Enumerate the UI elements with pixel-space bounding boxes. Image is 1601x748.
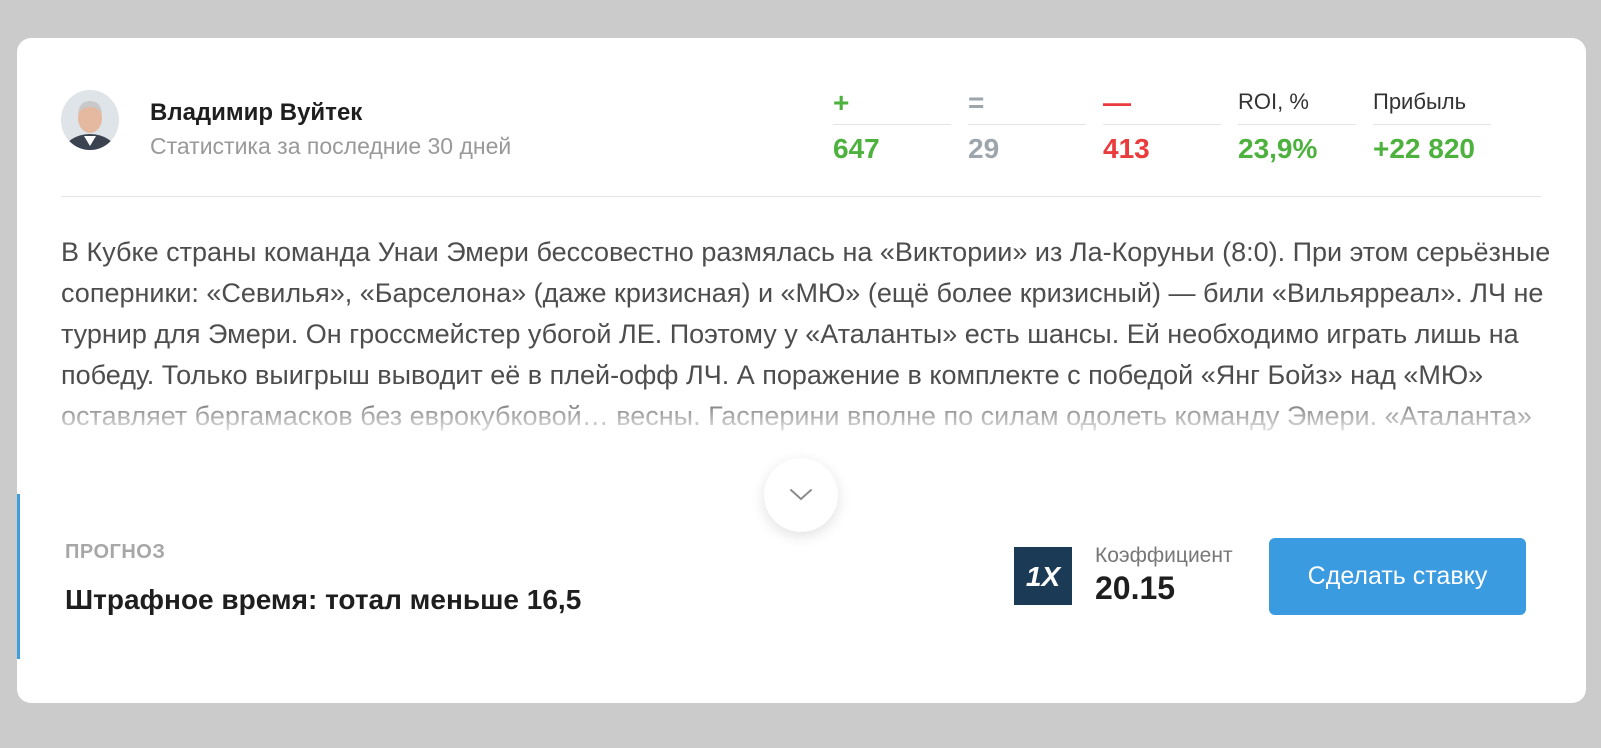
coefficient-label: Коэффициент: [1095, 544, 1233, 567]
stat-draws: = 29: [968, 89, 1086, 165]
prediction-card: Владимир Вуйтек Статистика за последние …: [17, 38, 1586, 703]
stat-profit: Прибыль +22 820: [1373, 90, 1491, 165]
avatar[interactable]: [61, 90, 119, 150]
expand-button[interactable]: [764, 458, 838, 532]
author-subtitle: Статистика за последние 30 дней: [150, 133, 512, 159]
stat-roi: ROI, % 23,9%: [1238, 90, 1356, 165]
stat-value: 647: [833, 133, 880, 164]
divider: [61, 196, 1541, 197]
bookmaker-logo-text: 1X: [1026, 561, 1063, 592]
coefficient-value: 20.15: [1095, 570, 1176, 606]
forecast-value: Штрафное время: тотал меньше 16,5: [65, 584, 582, 615]
stat-value: +22 820: [1373, 133, 1475, 164]
text-fade: [61, 397, 1551, 452]
forecast-accent-bar: [17, 494, 20, 659]
stat-wins: + 647: [833, 89, 951, 165]
chevron-down-icon: [790, 489, 812, 501]
stat-header: ROI, %: [1238, 90, 1356, 125]
bookmaker-logo[interactable]: 1X: [1014, 547, 1072, 605]
stat-losses: — 413: [1103, 89, 1221, 165]
stat-header: Прибыль: [1373, 90, 1491, 125]
stat-value: 413: [1103, 133, 1150, 164]
author-name[interactable]: Владимир Вуйтек: [150, 99, 362, 127]
forecast-label: ПРОГНОЗ: [65, 541, 166, 563]
article-text: В Кубке страны команда Унаи Эмери бессов…: [61, 232, 1551, 452]
stat-value: 23,9%: [1238, 133, 1318, 164]
stat-header: =: [968, 89, 1086, 125]
place-bet-button[interactable]: Сделать ставку: [1269, 538, 1526, 615]
stat-value: 29: [968, 133, 1000, 164]
stat-header: —: [1103, 89, 1221, 125]
stat-header: +: [833, 89, 951, 125]
